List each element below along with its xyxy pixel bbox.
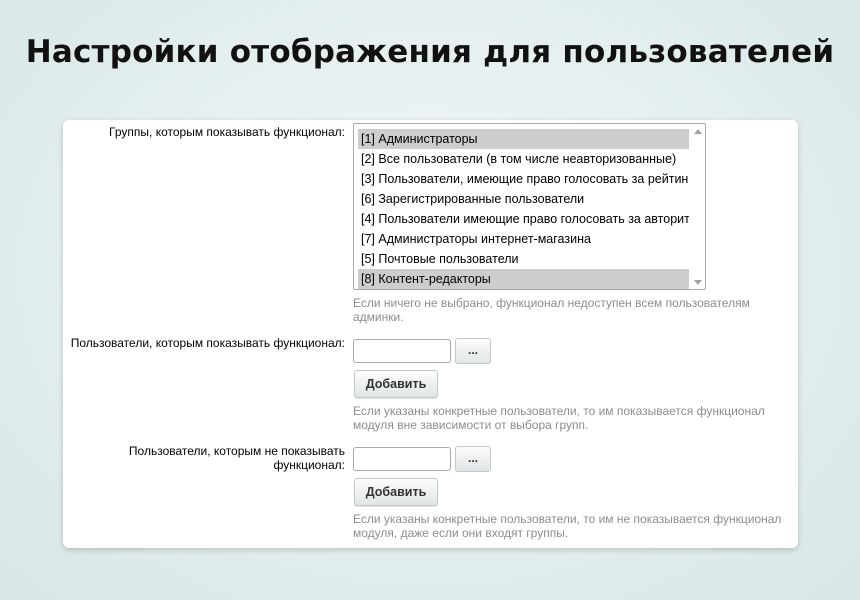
groups-hint-line1: Если ничего не выбрано, функционал недос… [353, 296, 750, 310]
listbox-scrollbar[interactable] [691, 124, 705, 289]
hide-users-label: Пользователи, которым не показывать функ… [129, 444, 345, 472]
group-option-8[interactable]: [8] Контент-редакторы [358, 269, 689, 289]
group-option-5[interactable]: [5] Почтовые пользователи [358, 249, 689, 269]
show-users-hint-line2: модуля вне зависимости от выбора групп. [353, 418, 589, 432]
hide-users-label-line2: функционал: [273, 458, 345, 472]
show-users-browse-button[interactable]: ... [455, 338, 491, 364]
show-users-input[interactable] [353, 339, 451, 363]
hide-users-label-line1: Пользователи, которым не показывать [128, 444, 345, 458]
group-option-2[interactable]: [2] Все пользователи (в том числе неавто… [358, 149, 689, 169]
group-option-7[interactable]: [7] Администраторы интернет-магазина [358, 229, 689, 249]
scroll-down-arrow-icon[interactable] [694, 280, 702, 285]
group-option-6[interactable]: [6] Зарегистрированные пользователи [358, 189, 689, 209]
group-option-3[interactable]: [3] Пользователи, имеющие право голосова… [358, 169, 689, 189]
groups-hint-line2: админки. [353, 310, 404, 324]
hide-users-hint-line1: Если указаны конкретные пользователи, то… [353, 512, 782, 526]
show-users-hint-line1: Если указаны конкретные пользователи, то… [353, 404, 765, 418]
hide-users-hint: Если указаны конкретные пользователи, то… [353, 512, 793, 540]
show-users-add-button[interactable]: Добавить [354, 370, 438, 398]
groups-options: [1] Администраторы [2] Все пользователи … [358, 129, 689, 289]
hide-users-input[interactable] [353, 447, 451, 471]
hide-users-add-button[interactable]: Добавить [354, 478, 438, 506]
settings-panel: Группы, которым показывать функционал: [… [63, 120, 798, 548]
groups-hint: Если ничего не выбрано, функционал недос… [353, 296, 793, 324]
groups-label: Группы, которым показывать функционал: [109, 125, 345, 139]
scroll-up-arrow-icon[interactable] [694, 129, 702, 134]
groups-listbox[interactable]: [1] Администраторы [2] Все пользователи … [353, 123, 706, 290]
group-option-4[interactable]: [4] Пользователи имеющие право голосоват… [358, 209, 689, 229]
show-users-hint: Если указаны конкретные пользователи, то… [353, 404, 793, 432]
group-option-1[interactable]: [1] Администраторы [358, 129, 689, 149]
show-users-label: Пользователи, которым показывать функцио… [70, 336, 345, 350]
page-title: Настройки отображения для пользователей [25, 34, 835, 70]
hide-users-browse-button[interactable]: ... [455, 446, 491, 472]
hide-users-hint-line2: модуля, даже если они входят группы. [353, 526, 569, 540]
